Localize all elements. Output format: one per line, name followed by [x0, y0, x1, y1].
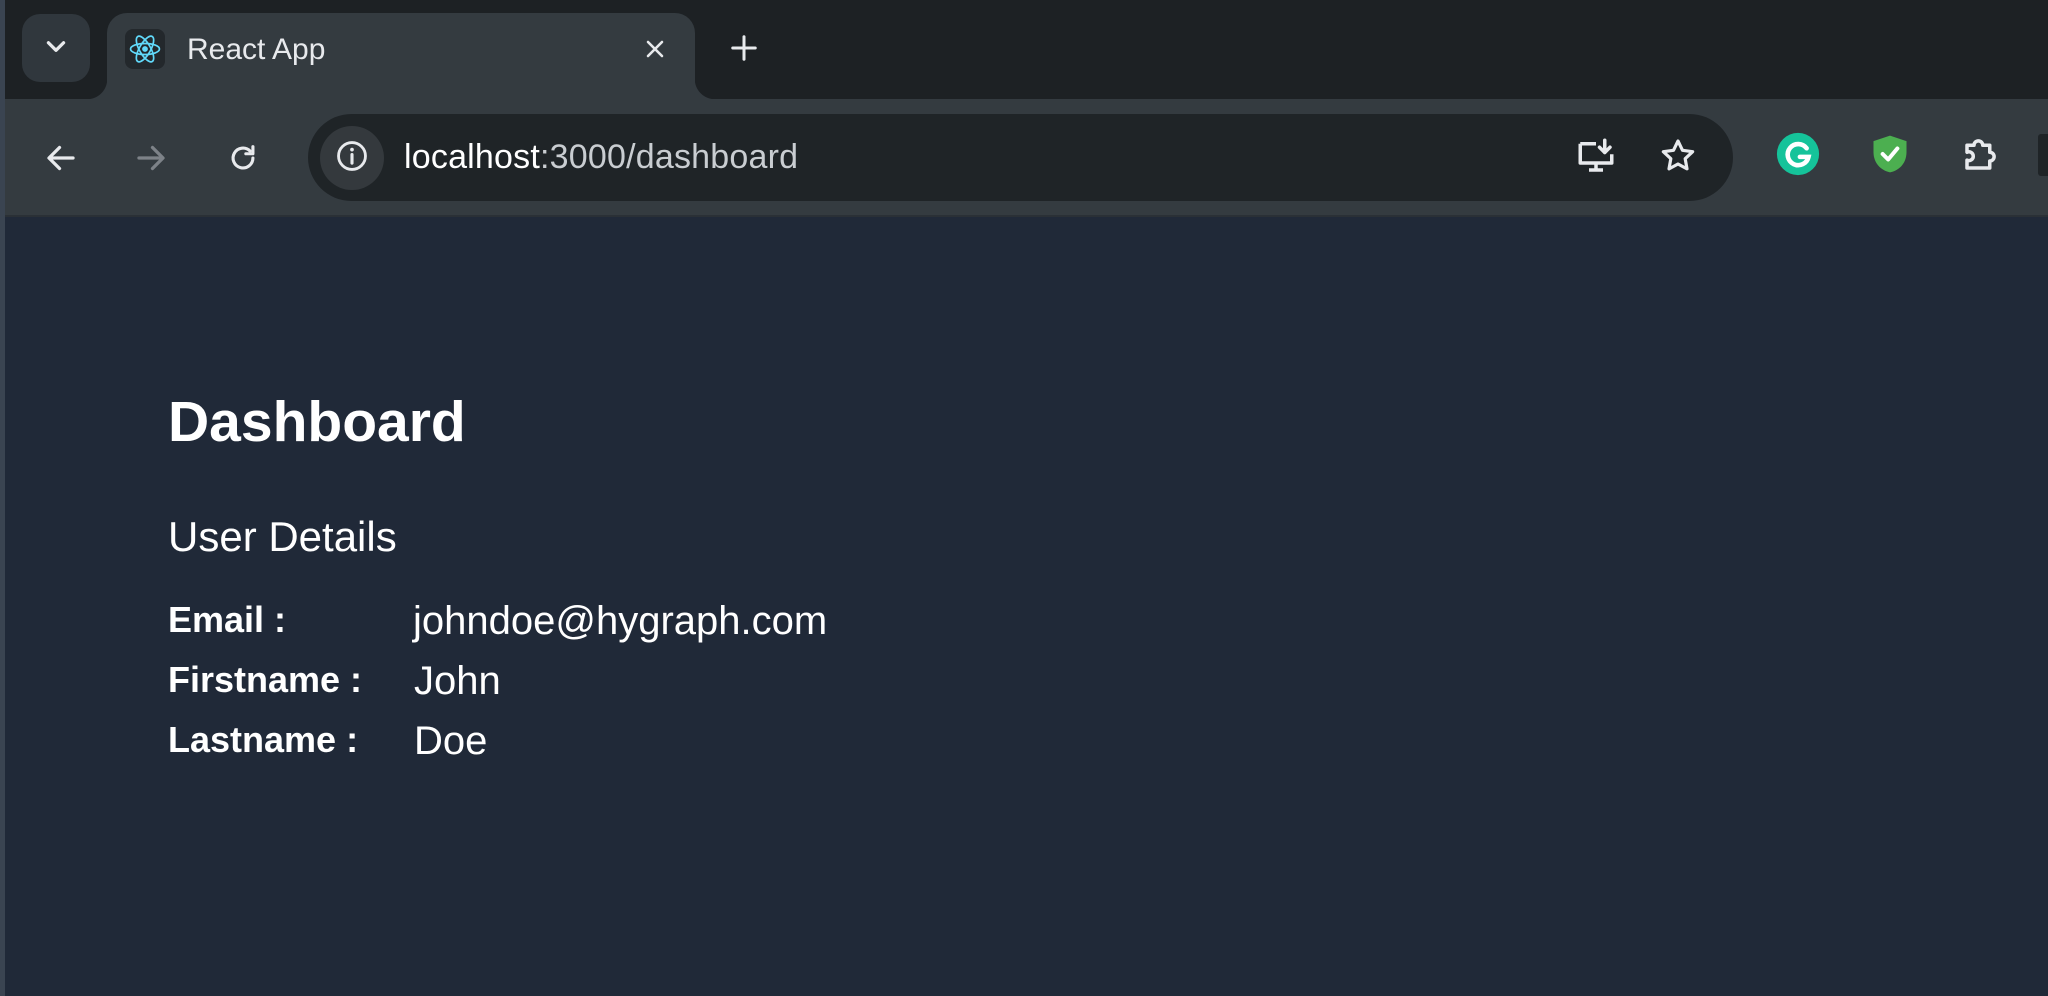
browser-toolbar: localhost:3000/dashboard: [0, 99, 2048, 217]
page-content: Dashboard User Details Email : johndoe@h…: [5, 217, 2048, 996]
tab-close-button[interactable]: [637, 33, 673, 69]
close-icon: [643, 37, 667, 66]
tab-strip: React App: [0, 0, 2048, 99]
extensions-button[interactable]: [1953, 128, 2009, 184]
shield-check-icon: [1868, 132, 1912, 181]
bookmark-button[interactable]: [1650, 130, 1706, 186]
detail-label: Email :: [168, 599, 287, 640]
site-info-button[interactable]: [320, 126, 384, 190]
react-logo-icon: [125, 29, 165, 69]
puzzle-icon: [1960, 133, 2002, 180]
tab-search-button[interactable]: [22, 14, 90, 82]
shield-extension-button[interactable]: [1862, 128, 1918, 184]
url-host: localhost: [404, 138, 540, 176]
window-edge: [0, 0, 5, 996]
tab-react-app[interactable]: React App: [87, 13, 715, 99]
plus-icon: [729, 33, 759, 68]
browser-window: React App localhost:3000/dashboard Dashb…: [0, 0, 2048, 996]
detail-label: Lastname :: [168, 719, 359, 760]
detail-value: John: [414, 659, 501, 703]
install-app-button[interactable]: [1568, 130, 1624, 186]
new-tab-button[interactable]: [722, 28, 766, 72]
url-path: :3000/dashboard: [540, 138, 799, 176]
detail-label: Firstname :: [168, 659, 363, 700]
install-app-icon: [1575, 135, 1617, 182]
reload-icon: [226, 141, 260, 180]
detail-value: johndoe@hygraph.com: [413, 599, 828, 643]
back-button[interactable]: [30, 129, 92, 191]
page-title: Dashboard: [168, 390, 466, 454]
profile-button-edge[interactable]: [2038, 134, 2048, 176]
detail-value: Doe: [414, 719, 488, 763]
address-bar[interactable]: localhost:3000/dashboard: [308, 114, 1733, 201]
star-icon: [1658, 136, 1698, 181]
info-icon: [335, 139, 369, 178]
url-text[interactable]: localhost:3000/dashboard: [404, 138, 798, 177]
reload-button[interactable]: [212, 129, 274, 191]
arrow-right-icon: [133, 140, 169, 181]
grammarly-extension-button[interactable]: [1770, 128, 1826, 184]
tab-title: React App: [187, 33, 326, 66]
section-title: User Details: [168, 513, 397, 560]
forward-button[interactable]: [120, 129, 182, 191]
chevron-down-icon: [43, 33, 69, 64]
arrow-left-icon: [43, 140, 79, 181]
grammarly-icon: [1775, 131, 1821, 182]
